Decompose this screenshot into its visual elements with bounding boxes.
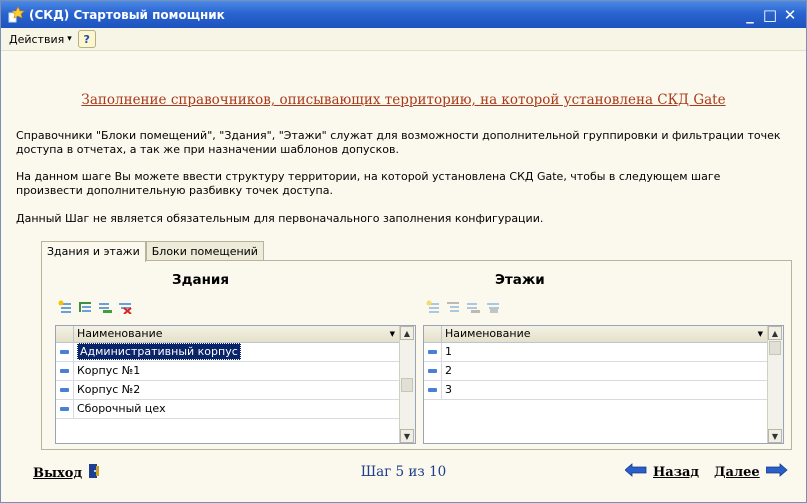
minimize-button[interactable]: _ [740,6,760,24]
wizard-window: (СКД) Стартовый помощник _ □ ✕ Действия … [0,0,807,503]
table-row[interactable]: Корпус №1 [56,362,399,381]
table-row[interactable]: 3 [424,381,767,400]
next-button-label: Далее [714,464,760,480]
buildings-toolbar [58,300,133,314]
tab-panel: Здания Этажи Наименование ▼ Административ… [41,260,792,450]
table-row[interactable]: 1 [424,343,767,362]
table-row[interactable]: Корпус №2 [56,381,399,400]
window-title: (СКД) Стартовый помощник [29,7,225,22]
buildings-title: Здания [172,272,230,288]
table-row[interactable]: Сборочный цех [56,400,399,419]
item-marker-icon [424,343,442,361]
column-header-name[interactable]: Наименование ▼ [442,326,767,342]
sort-arrow-icon[interactable]: ▼ [758,326,763,342]
next-button[interactable]: Далее [714,463,788,481]
item-marker-icon [424,362,442,380]
delete-item-icon[interactable] [486,300,501,314]
maximize-button[interactable]: □ [760,6,780,24]
scroll-down-icon[interactable]: ▼ [400,429,414,443]
floors-toolbar [426,300,501,314]
column-header-name[interactable]: Наименование ▼ [74,326,399,342]
description-paragraph-2: На данном шаге Вы можете ввести структур… [16,170,721,197]
table-row[interactable]: Административный корпус [56,343,399,362]
item-marker-icon [56,400,74,418]
description-paragraph-3: Данный Шаг не является обязательным для … [16,212,544,225]
tab-strip: Здания и этажи Блоки помещений [41,241,264,262]
add-item-icon[interactable] [426,300,441,314]
app-icon [7,5,25,24]
item-marker-icon [56,343,74,361]
scroll-thumb[interactable] [401,378,413,392]
back-button[interactable]: Назад [624,463,700,481]
close-button[interactable]: ✕ [780,6,800,24]
help-button[interactable]: ? [77,30,96,48]
chevron-down-icon: ▾ [67,34,72,44]
description-paragraph-1: Справочники "Блоки помещений", "Здания",… [16,129,781,156]
floors-title: Этажи [495,272,545,288]
copy-item-icon[interactable] [98,300,113,314]
back-button-label: Назад [653,464,700,480]
title-bar[interactable]: (СКД) Стартовый помощник _ □ ✕ [1,1,806,28]
delete-item-icon[interactable] [118,300,133,314]
scroll-thumb[interactable] [769,341,781,355]
sort-arrow-icon[interactable]: ▼ [390,326,395,342]
item-marker-icon [56,362,74,380]
actions-menu-label: Действия [9,32,65,46]
add-item-icon[interactable] [58,300,73,314]
add-group-icon[interactable] [446,300,461,314]
item-marker-icon [56,381,74,399]
add-group-icon[interactable] [78,300,93,314]
menu-bar: Действия ▾ ? [1,28,806,51]
scroll-up-icon[interactable]: ▲ [768,326,782,340]
floors-table[interactable]: Наименование ▼ 1 2 3 ▲ ▼ [423,325,784,444]
vertical-scrollbar[interactable]: ▲ ▼ [399,326,415,443]
actions-menu[interactable]: Действия ▾ [9,33,72,46]
copy-item-icon[interactable] [466,300,481,314]
buildings-table[interactable]: Наименование ▼ Административный корпус Ко… [55,325,416,444]
arrow-left-icon [624,463,647,481]
arrow-right-icon [765,463,788,481]
vertical-scrollbar[interactable]: ▲ ▼ [767,326,783,443]
page-heading: Заполнение справочников, описывающих тер… [81,92,726,108]
tab-buildings-floors[interactable]: Здания и этажи [41,241,146,262]
table-row[interactable]: 2 [424,362,767,381]
item-marker-icon [424,381,442,399]
table-header: Наименование ▼ [56,326,399,343]
scroll-up-icon[interactable]: ▲ [400,326,414,340]
scroll-down-icon[interactable]: ▼ [768,429,782,443]
table-header: Наименование ▼ [424,326,767,343]
tab-room-blocks[interactable]: Блоки помещений [145,241,264,261]
